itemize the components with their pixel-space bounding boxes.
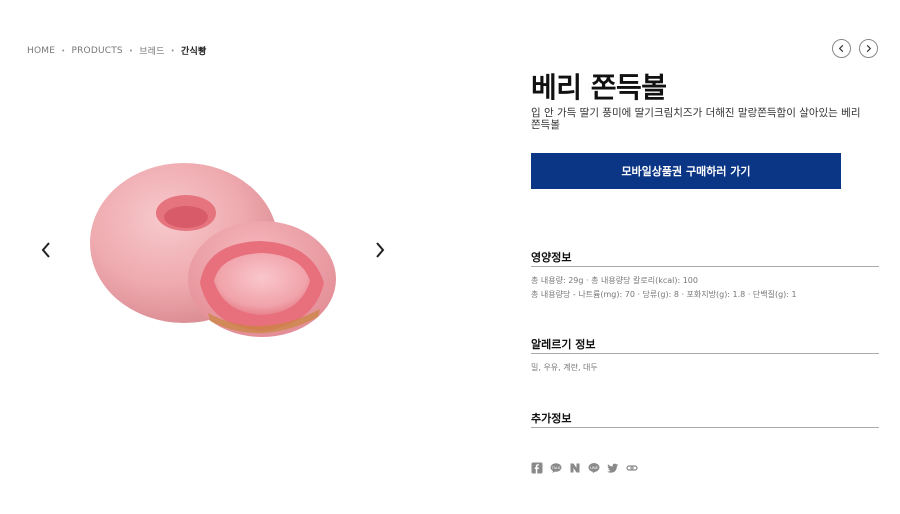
next-product-button[interactable]	[859, 39, 878, 58]
gallery-prev-button[interactable]	[38, 238, 54, 262]
svg-text:LINE: LINE	[590, 466, 599, 470]
allergy-text: 밀, 우유, 계란, 대두	[531, 363, 598, 372]
breadcrumb: HOME • PRODUCTS • 브레드 • 간식빵	[27, 44, 207, 58]
share-bar: TALK LINE	[531, 462, 638, 474]
line-share-button[interactable]: LINE	[588, 462, 600, 474]
breadcrumb-separator-icon: •	[61, 46, 66, 55]
product-image	[90, 163, 336, 337]
twitter-share-button[interactable]	[607, 462, 619, 474]
extra-info-divider	[531, 427, 879, 428]
svg-text:TALK: TALK	[551, 466, 561, 470]
breadcrumb-separator-icon: •	[128, 46, 134, 55]
chevron-right-icon	[866, 44, 872, 53]
product-title: 베리 쫀득볼	[531, 71, 667, 104]
facebook-icon	[531, 462, 543, 474]
kakaotalk-share-button[interactable]: TALK	[550, 462, 562, 474]
copy-link-button[interactable]	[626, 462, 638, 474]
nutrition-divider	[531, 266, 879, 267]
breadcrumb-bread[interactable]: 브레드	[139, 44, 164, 57]
breadcrumb-home[interactable]: HOME	[27, 46, 55, 56]
allergy-title: 알레르기 정보	[531, 338, 596, 351]
product-gallery	[30, 120, 400, 380]
facebook-share-button[interactable]	[531, 462, 543, 474]
arrow-left-icon	[41, 242, 50, 258]
extra-info-title: 추가정보	[531, 412, 572, 425]
product-description: 입 안 가득 딸기 풍미에 딸기크림치즈가 더해진 말랑쫀득함이 살아있는 베리…	[531, 107, 861, 131]
breadcrumb-products[interactable]: PRODUCTS	[71, 46, 122, 56]
allergy-divider	[531, 353, 879, 354]
naver-share-button[interactable]	[569, 462, 581, 474]
arrow-right-icon	[376, 242, 385, 258]
link-icon	[626, 465, 638, 471]
product-nav	[832, 39, 878, 58]
line-icon: LINE	[588, 463, 600, 474]
nutrition-line-1: 총 내용량: 29g · 총 내용량당 칼로리(kcal): 100	[531, 276, 698, 285]
gallery-next-button[interactable]	[372, 238, 388, 262]
naver-icon	[570, 463, 580, 473]
breadcrumb-current: 간식빵	[180, 47, 207, 57]
twitter-icon	[607, 463, 619, 473]
kakaotalk-icon: TALK	[550, 463, 562, 473]
chevron-left-icon	[838, 44, 844, 53]
nutrition-title: 영양정보	[531, 251, 572, 264]
nutrition-line-2: 총 내용량당 - 나트륨(mg): 70 · 당류(g): 8 · 포화지방(g…	[531, 290, 797, 299]
buy-gift-card-button[interactable]: 모바일상품권 구매하러 가기	[531, 153, 841, 189]
prev-product-button[interactable]	[832, 39, 851, 58]
breadcrumb-separator-icon: •	[170, 46, 175, 55]
